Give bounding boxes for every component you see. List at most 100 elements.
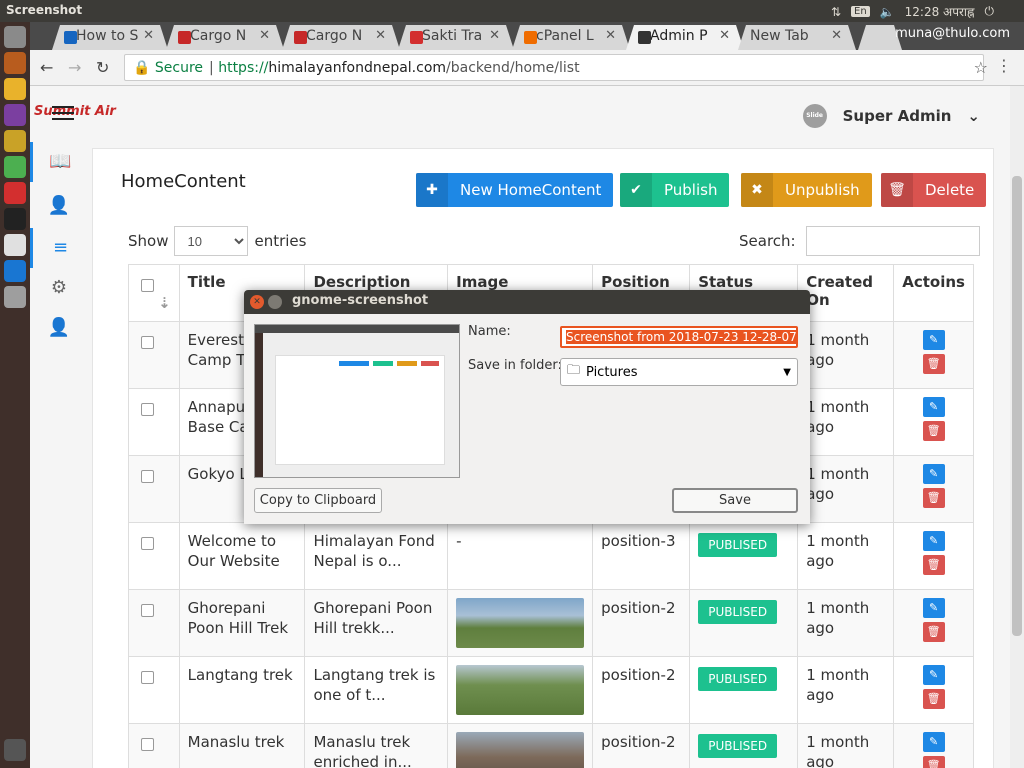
close-icon[interactable]: ✕ <box>719 28 730 43</box>
trek-photo <box>456 665 585 715</box>
user-icon[interactable]: 👤 <box>30 308 88 348</box>
tab[interactable]: cPanel L ✕ <box>512 25 630 50</box>
trek-photo <box>456 598 585 648</box>
user-menu[interactable]: Slide Super Admin ⌄ <box>802 104 980 128</box>
row-checkbox[interactable] <box>141 537 154 550</box>
edit-icon[interactable]: ✎ <box>922 732 945 752</box>
tab[interactable]: New Tab ✕ <box>738 25 856 50</box>
reload-icon[interactable]: ↻ <box>96 58 109 77</box>
page-scrollbar[interactable] <box>1010 86 1024 768</box>
trash-icon[interactable] <box>4 739 26 761</box>
save-button[interactable]: Save <box>672 488 798 513</box>
publish-button[interactable]: ✔ Publish <box>620 173 730 207</box>
back-icon[interactable]: ← <box>40 58 53 77</box>
close-icon[interactable]: ✕ <box>259 28 270 43</box>
app-icon[interactable] <box>4 104 26 126</box>
edit-icon[interactable]: ✎ <box>922 665 945 685</box>
table-row: Langtang trek Langtang trek is one of t.… <box>128 656 974 724</box>
power-icon[interactable]: ⏻ <box>985 4 995 19</box>
copy-to-clipboard-button[interactable]: Copy to Clipboard <box>254 488 382 513</box>
status-badge: PUBLISED <box>698 667 778 691</box>
list-icon[interactable]: ≡ <box>30 228 88 268</box>
scrollbar-thumb[interactable] <box>1012 176 1022 636</box>
user-icon[interactable]: 👤 <box>30 186 88 226</box>
terminal-icon[interactable] <box>4 208 26 230</box>
bookmark-star-icon[interactable]: ☆ <box>974 58 988 77</box>
row-checkbox[interactable] <box>141 738 154 751</box>
search-input[interactable] <box>805 226 980 256</box>
row-checkbox[interactable] <box>141 403 154 416</box>
select-all-checkbox[interactable] <box>141 279 154 292</box>
tab-favicon-icon <box>638 31 651 44</box>
trash-icon[interactable]: 🗑 <box>922 622 945 642</box>
edit-icon[interactable]: ✎ <box>922 464 945 484</box>
edit-icon[interactable]: ✎ <box>922 330 945 350</box>
chevron-down-icon: ⌄ <box>967 107 980 125</box>
forward-icon[interactable]: → <box>68 58 81 77</box>
language-indicator[interactable]: En <box>851 6 870 17</box>
trash-icon[interactable]: 🗑 <box>922 756 945 768</box>
row-checkbox[interactable] <box>141 604 154 617</box>
trash-icon[interactable]: 🗑 <box>922 689 945 709</box>
close-icon[interactable]: ✕ <box>831 28 842 43</box>
volume-icon[interactable]: 🔈 <box>880 5 895 19</box>
close-icon[interactable]: ✕ <box>375 28 386 43</box>
browser-icon[interactable] <box>4 156 26 178</box>
unpublish-button[interactable]: ✖ Unpublish <box>741 173 872 207</box>
close-icon[interactable]: ✕ <box>489 28 500 43</box>
files-icon[interactable] <box>4 52 26 74</box>
entries-select[interactable]: 10 <box>174 226 249 256</box>
row-checkbox[interactable] <box>141 671 154 684</box>
col-actions: Actoins <box>893 264 974 322</box>
row-checkbox[interactable] <box>141 336 154 349</box>
chrome-menu-icon[interactable]: ⋮ <box>996 56 1012 75</box>
close-icon[interactable]: ✕ <box>605 28 616 43</box>
trash-icon[interactable]: 🗑 <box>922 555 945 575</box>
settings-icon[interactable]: ⚙ <box>30 268 88 308</box>
document-icon[interactable] <box>4 260 26 282</box>
select-all-header[interactable]: ⇣ <box>128 264 180 322</box>
row-checkbox[interactable] <box>141 470 154 483</box>
edit-icon[interactable]: ✎ <box>922 598 945 618</box>
address-bar[interactable]: 🔒 Secure | https://himalayanfondnepal.com… <box>124 54 984 81</box>
delete-button[interactable]: 🗑 Delete <box>881 173 987 207</box>
tab-favicon-icon <box>524 31 537 44</box>
book-icon[interactable]: 📖 <box>30 142 88 182</box>
close-icon[interactable]: ✕ <box>250 295 264 309</box>
minimize-icon[interactable] <box>268 295 282 309</box>
hamburger-menu-icon[interactable] <box>52 106 74 120</box>
edit-icon[interactable]: ✎ <box>922 397 945 417</box>
sublime-icon[interactable] <box>4 130 26 152</box>
network-icon[interactable]: ⇅ <box>831 5 841 19</box>
col-created[interactable]: Created On <box>797 264 895 322</box>
folder-icon: 🗀 <box>567 363 581 378</box>
tab-favicon-icon <box>294 31 307 44</box>
chrome-icon[interactable] <box>4 78 26 100</box>
filename-field[interactable]: Screenshot from 2018-07-23 12-28-07.png <box>560 326 798 348</box>
screenshot-icon[interactable] <box>4 286 26 308</box>
chrome-profile[interactable]: muna@thulo.com <box>895 26 1010 41</box>
tab[interactable]: Cargo N ✕ <box>166 25 284 50</box>
tab-active[interactable]: Admin P ✕ <box>626 25 744 50</box>
new-homecontent-button[interactable]: ✚ New HomeContent <box>416 173 614 207</box>
close-icon[interactable]: ✕ <box>143 28 154 43</box>
status-badge: PUBLISED <box>698 600 778 624</box>
avatar: Slide <box>802 104 827 128</box>
edit-icon[interactable]: ✎ <box>922 531 945 551</box>
app-icon[interactable] <box>4 182 26 204</box>
text-editor-icon[interactable] <box>4 234 26 256</box>
tab[interactable]: Cargo N ✕ <box>282 25 400 50</box>
dash-icon[interactable] <box>4 26 26 48</box>
tab[interactable]: How to S ✕ <box>52 25 168 50</box>
tab[interactable]: Sakti Tra ✕ <box>398 25 514 50</box>
folder-select[interactable]: 🗀 Pictures ▼ <box>560 358 798 386</box>
trash-icon[interactable]: 🗑 <box>922 488 945 508</box>
gnome-screenshot-dialog: ✕ gnome-screenshot Name: Screenshot from… <box>244 290 810 524</box>
tab-favicon-icon <box>178 31 191 44</box>
trash-icon[interactable]: 🗑 <box>922 354 945 374</box>
trash-icon[interactable]: 🗑 <box>922 421 945 441</box>
dialog-title: gnome-screenshot <box>292 293 429 308</box>
sort-icon[interactable]: ⇣ <box>158 294 171 312</box>
clock[interactable]: 12:28 अपराह्न <box>905 3 975 20</box>
dialog-titlebar: ✕ gnome-screenshot <box>244 290 810 314</box>
